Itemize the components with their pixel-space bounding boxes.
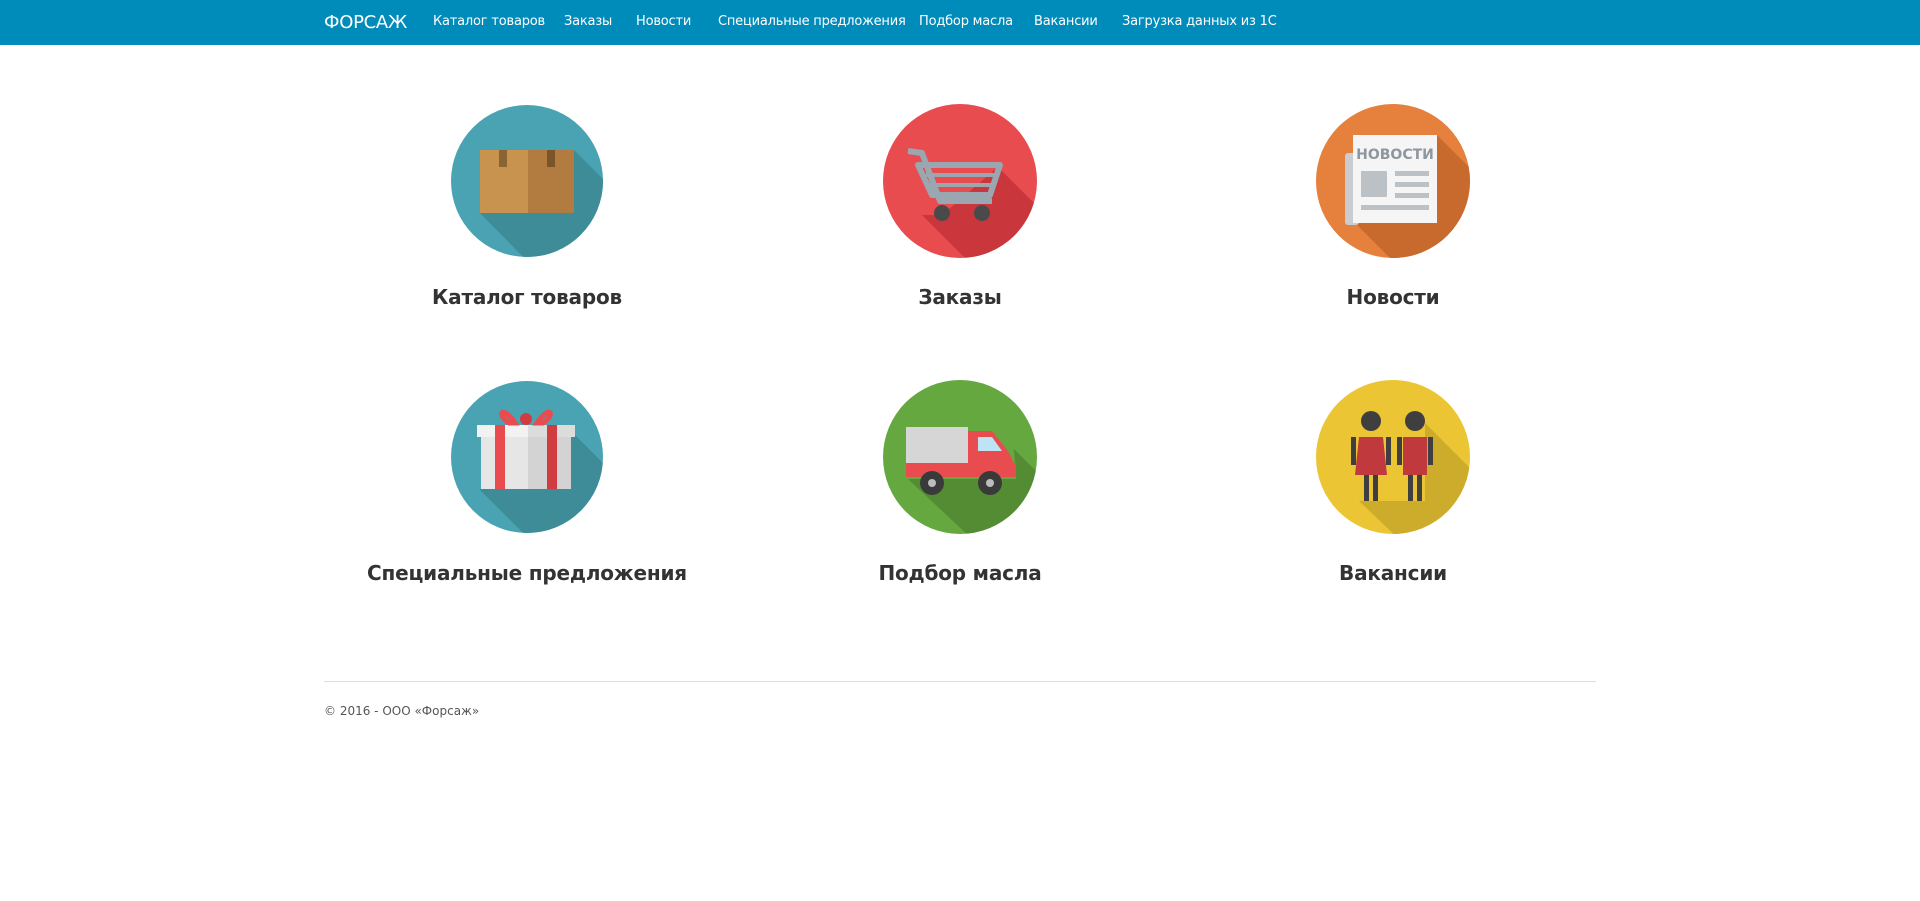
tile-label: Заказы: [918, 285, 1002, 309]
brand-link[interactable]: ФОРСАЖ: [324, 0, 407, 45]
nav-item-news[interactable]: Новости: [636, 0, 691, 45]
newspaper-icon: НОВОСТИ: [1315, 103, 1471, 259]
top-navbar: ФОРСАЖ Каталог товаров Заказы Новости Сп…: [0, 0, 1920, 45]
tile-special-offers[interactable]: Специальные предложения: [317, 379, 737, 585]
tile-catalog[interactable]: Каталог товаров: [317, 103, 737, 309]
people-icon: [1315, 379, 1471, 535]
tile-news[interactable]: НОВОСТИ Новости: [1183, 103, 1603, 309]
tile-orders[interactable]: Заказы: [750, 103, 1170, 309]
nav-item-orders[interactable]: Заказы: [564, 0, 612, 45]
tile-label: Специальные предложения: [367, 561, 687, 585]
svg-text:НОВОСТИ: НОВОСТИ: [1356, 147, 1434, 163]
tile-label: Подбор масла: [878, 561, 1042, 585]
nav-item-vacancies[interactable]: Вакансии: [1034, 0, 1098, 45]
tile-label: Каталог товаров: [432, 285, 622, 309]
nav-item-data-upload[interactable]: Загрузка данных из 1С: [1122, 0, 1277, 45]
tile-vacancies[interactable]: Вакансии: [1183, 379, 1603, 585]
box-icon: [449, 103, 605, 259]
truck-icon: [882, 379, 1038, 535]
tile-label: Вакансии: [1339, 561, 1447, 585]
footer-copyright: © 2016 - ООО «Форсаж»: [324, 704, 480, 718]
gift-icon: [449, 379, 605, 535]
shopping-cart-icon: [882, 103, 1038, 259]
tile-label: Новости: [1346, 285, 1440, 309]
tile-oil-selection[interactable]: Подбор масла: [750, 379, 1170, 585]
nav-item-special-offers[interactable]: Специальные предложения: [718, 0, 906, 45]
nav-item-oil-selection[interactable]: Подбор масла: [919, 0, 1013, 45]
footer-divider: [324, 681, 1596, 682]
nav-item-catalog[interactable]: Каталог товаров: [433, 0, 545, 45]
